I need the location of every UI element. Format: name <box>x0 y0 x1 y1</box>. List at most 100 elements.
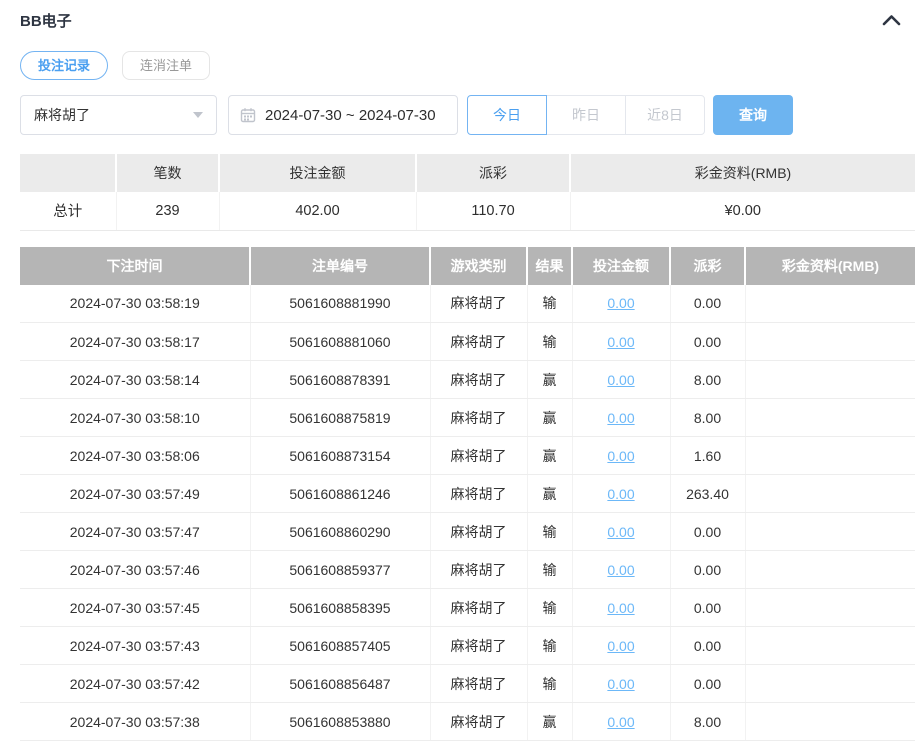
result-cell: 赢 <box>527 360 573 399</box>
bonus-cell <box>745 626 915 665</box>
table-row-partial <box>20 740 915 749</box>
bonus-cell <box>745 664 915 703</box>
game-type-cell: 麻将胡了 <box>430 550 528 589</box>
today-button[interactable]: 今日 <box>467 95 547 135</box>
tab-betting-records[interactable]: 投注记录 <box>20 51 109 80</box>
summary-total-row: 总计 239 402.00 110.70 ¥0.00 <box>20 192 915 231</box>
record-type-tabs: 投注记录 连消注单 <box>20 51 917 80</box>
bet-amount-link[interactable]: 0.00 <box>607 600 634 616</box>
records-header-cell: 投注金额 <box>572 246 671 285</box>
bet-time-cell: 2024-07-30 03:57:47 <box>20 512 251 551</box>
result-cell: 赢 <box>527 702 573 741</box>
bet-amount-link[interactable]: 0.00 <box>607 676 634 692</box>
result-cell: 输 <box>527 512 573 551</box>
order-number-cell: 5061608859377 <box>250 550 431 589</box>
table-row: 2024-07-30 03:57:38 5061608853880 麻将胡了赢 0.0… <box>20 702 915 741</box>
betting-records-panel: BB电子 投注记录 连消注单 麻将胡了 2024-07-30 ~ 2024-07… <box>0 0 917 749</box>
bet-amount-cell: 0.00 <box>572 626 671 665</box>
date-range-input[interactable]: 2024-07-30 ~ 2024-07-30 <box>228 95 458 135</box>
game-select-value: 麻将胡了 <box>34 107 90 123</box>
records-body: 2024-07-30 03:58:19 5061608881990 麻将胡了输 0.0… <box>20 284 915 749</box>
bet-time-cell: 2024-07-30 03:57:42 <box>20 664 251 703</box>
table-row: 2024-07-30 03:57:49 5061608861246 麻将胡了赢 0.0… <box>20 474 915 513</box>
game-type-cell: 麻将胡了 <box>430 702 528 741</box>
game-type-cell: 麻将胡了 <box>430 398 528 437</box>
payout-cell: 0.00 <box>670 626 746 665</box>
game-type-cell: 麻将胡了 <box>430 474 528 513</box>
game-type-cell: 麻将胡了 <box>430 588 528 627</box>
bet-amount-link[interactable]: 0.00 <box>607 524 634 540</box>
records-header-cell: 游戏类别 <box>430 246 528 285</box>
order-number-cell: 5061608873154 <box>250 436 431 475</box>
records-header-cell: 派彩 <box>670 246 746 285</box>
yesterday-button[interactable]: 昨日 <box>546 95 626 135</box>
result-cell: 输 <box>527 550 573 589</box>
bet-amount-link[interactable]: 0.00 <box>607 562 634 578</box>
table-row: 2024-07-30 03:57:42 5061608856487 麻将胡了输 0.0… <box>20 664 915 703</box>
bet-amount-link[interactable]: 0.00 <box>607 295 634 311</box>
result-cell: 输 <box>527 664 573 703</box>
order-number-cell: 5061608881990 <box>250 284 431 323</box>
summary-header-cell: 投注金额 <box>219 154 417 192</box>
game-type-cell: 麻将胡了 <box>430 322 528 361</box>
bet-amount-cell: 0.00 <box>572 588 671 627</box>
table-row: 2024-07-30 03:57:46 5061608859377 麻将胡了输 0.0… <box>20 550 915 589</box>
payout-cell: 0.00 <box>670 588 746 627</box>
order-number-cell: 5061608881060 <box>250 322 431 361</box>
payout-cell: 0.00 <box>670 664 746 703</box>
order-number-cell: 5061608860290 <box>250 512 431 551</box>
payout-cell: 0.00 <box>670 512 746 551</box>
game-type-cell: 麻将胡了 <box>430 664 528 703</box>
last-8-days-button[interactable]: 近8日 <box>625 95 705 135</box>
order-number-cell: 5061608861246 <box>250 474 431 513</box>
summary-header-cell: 彩金资料(RMB) <box>570 154 915 192</box>
bet-time-cell: 2024-07-30 03:57:46 <box>20 550 251 589</box>
result-cell: 赢 <box>527 398 573 437</box>
date-range-value: 2024-07-30 ~ 2024-07-30 <box>265 106 436 124</box>
table-row: 2024-07-30 03:57:43 5061608857405 麻将胡了输 0.0… <box>20 626 915 665</box>
records-table: 下注时间 注单编号 游戏类别 结果 投注金额 派彩 彩金资料(RMB) 2024-07-30… <box>20 246 915 749</box>
bet-amount-cell: 0.00 <box>572 550 671 589</box>
bet-amount-cell: 0.00 <box>572 664 671 703</box>
payout-cell: 8.00 <box>670 702 746 741</box>
bet-amount-link[interactable]: 0.00 <box>607 714 634 730</box>
filter-bar: 麻将胡了 2024-07-30 ~ 2024-07-30 今日 昨日 近8日 查… <box>20 95 917 135</box>
page-title: BB电子 <box>20 12 72 30</box>
summary-header-cell <box>20 154 117 192</box>
bet-amount-link[interactable]: 0.00 <box>607 410 634 426</box>
bonus-cell <box>745 702 915 741</box>
game-type-cell: 麻将胡了 <box>430 626 528 665</box>
payout-cell: 263.40 <box>670 474 746 513</box>
result-cell: 输 <box>527 626 573 665</box>
bet-amount-link[interactable]: 0.00 <box>607 334 634 350</box>
collapse-panel-button[interactable] <box>880 12 903 28</box>
result-cell: 赢 <box>527 474 573 513</box>
payout-cell: 0.00 <box>670 284 746 323</box>
payout-cell: 0.00 <box>670 550 746 589</box>
chevron-down-icon <box>193 112 203 118</box>
bet-amount-link[interactable]: 0.00 <box>607 448 634 464</box>
game-select[interactable]: 麻将胡了 <box>20 95 217 135</box>
bonus-cell <box>745 436 915 475</box>
bet-time-cell: 2024-07-30 03:58:10 <box>20 398 251 437</box>
records-header-cell: 结果 <box>527 246 573 285</box>
payout-cell: 8.00 <box>670 398 746 437</box>
summary-total-label: 总计 <box>20 192 117 231</box>
summary-header-cell: 派彩 <box>416 154 571 192</box>
bet-amount-link[interactable]: 0.00 <box>607 638 634 654</box>
bet-amount-cell: 0.00 <box>572 322 671 361</box>
quick-date-button-group: 今日 昨日 近8日 <box>467 95 705 135</box>
bet-time-cell: 2024-07-30 03:57:49 <box>20 474 251 513</box>
result-cell: 赢 <box>527 436 573 475</box>
result-cell: 输 <box>527 588 573 627</box>
records-header-cell: 注单编号 <box>250 246 431 285</box>
search-button[interactable]: 查询 <box>713 95 793 135</box>
bet-amount-cell: 0.00 <box>572 398 671 437</box>
summary-payout: 110.70 <box>416 192 571 231</box>
records-header-cell: 下注时间 <box>20 246 251 285</box>
table-row: 2024-07-30 03:58:17 5061608881060 麻将胡了输 0.0… <box>20 322 915 361</box>
tab-cancelled-orders[interactable]: 连消注单 <box>122 51 211 80</box>
bet-amount-link[interactable]: 0.00 <box>607 372 634 388</box>
bet-amount-link[interactable]: 0.00 <box>607 486 634 502</box>
order-number-cell: 5061608878391 <box>250 360 431 399</box>
